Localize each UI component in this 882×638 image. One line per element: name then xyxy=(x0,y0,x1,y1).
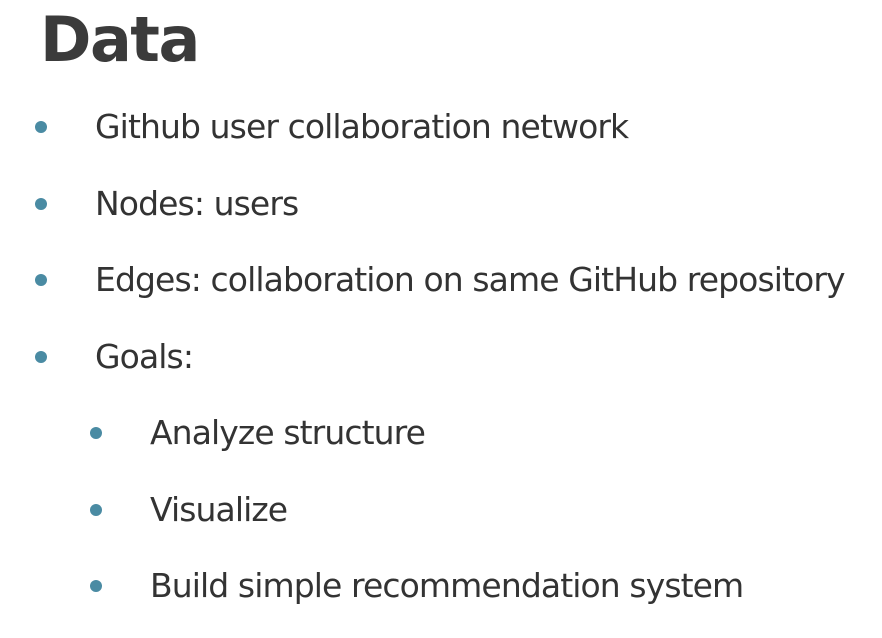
bullet-text: Github user collaboration network xyxy=(95,107,629,146)
bullet-text: Goals: xyxy=(95,337,194,376)
sub-bullet-text: Visualize xyxy=(150,490,288,529)
bullet-text: Edges: collaboration on same GitHub repo… xyxy=(95,260,846,299)
bullet-dot-icon xyxy=(35,198,47,210)
bullet-dot-icon xyxy=(90,504,102,516)
bullet-dot-icon xyxy=(90,580,102,592)
slide: Data Github user collaboration network N… xyxy=(0,0,882,638)
bullet-dot-icon xyxy=(35,351,47,363)
bullet-list: Github user collaboration network Nodes:… xyxy=(0,0,882,638)
bullet-text: Nodes: users xyxy=(95,184,299,223)
bullet-dot-icon xyxy=(90,427,102,439)
bullet-dot-icon xyxy=(35,274,47,286)
sub-bullet-text: Build simple recommendation system xyxy=(150,566,744,605)
bullet-dot-icon xyxy=(35,121,47,133)
sub-bullet-text: Analyze structure xyxy=(150,413,426,452)
